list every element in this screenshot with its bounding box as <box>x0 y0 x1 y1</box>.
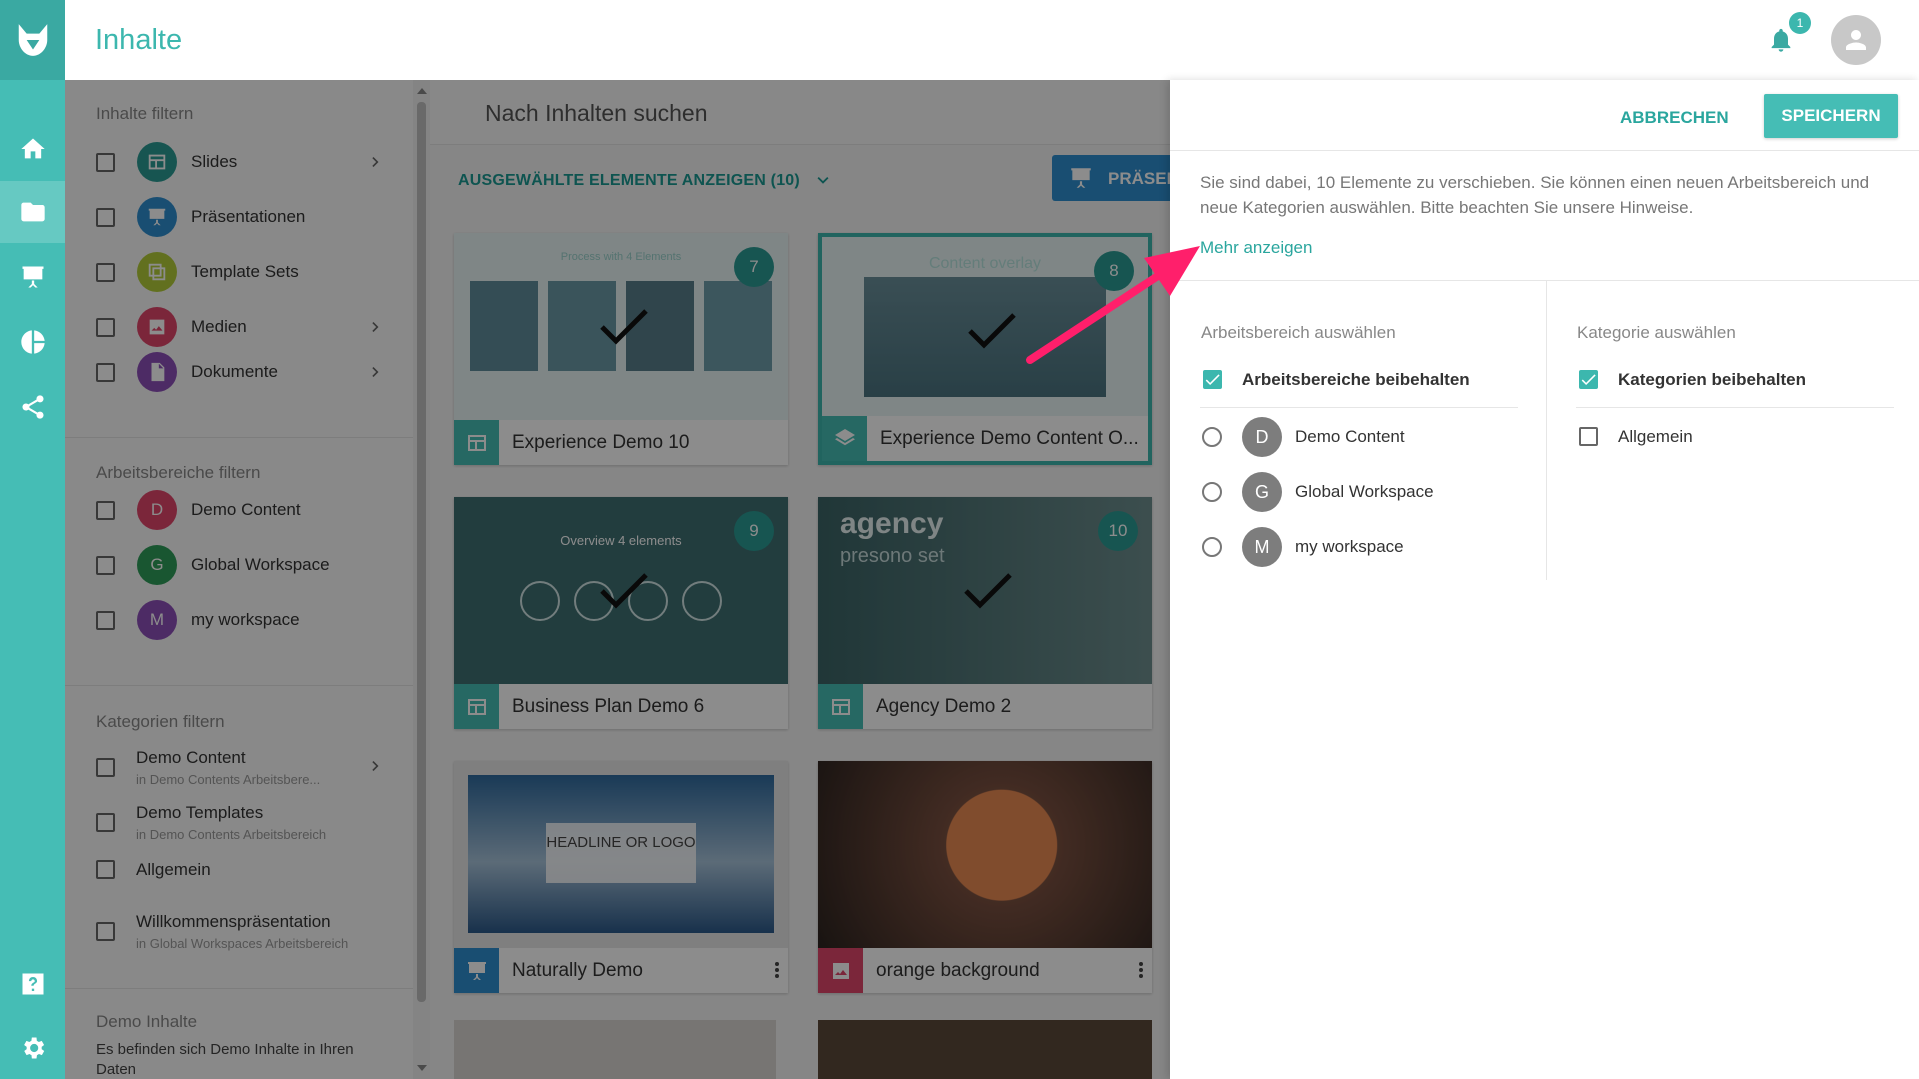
user-avatar[interactable] <box>1831 15 1881 65</box>
folder-icon <box>20 202 45 222</box>
nav-contents[interactable] <box>0 181 65 243</box>
keep-workspaces-checkbox[interactable] <box>1203 370 1222 389</box>
keep-workspaces-label: Arbeitsbereiche beibehalten <box>1242 370 1470 389</box>
page-title: Inhalte <box>95 24 183 56</box>
person-icon <box>1846 30 1866 50</box>
modal-backdrop[interactable] <box>65 80 430 1079</box>
divider <box>1576 407 1894 408</box>
move-dialog: ABBRECHEN SPEICHERN Sie sind dabei, 10 E… <box>1170 80 1919 1079</box>
top-bar: Inhalte 1 <box>65 0 1919 80</box>
workspace-avatar: M <box>1242 527 1282 567</box>
check-icon <box>1205 374 1220 386</box>
column-divider <box>1546 280 1547 580</box>
show-more-link[interactable]: Mehr anzeigen <box>1200 238 1312 258</box>
nav-analytics[interactable] <box>0 311 65 373</box>
share-icon <box>22 395 43 419</box>
workspace-select-title: Arbeitsbereich auswählen <box>1201 323 1396 342</box>
help-icon <box>22 973 43 995</box>
workspace-label: my workspace <box>1295 537 1404 556</box>
pie-chart-icon <box>20 330 45 354</box>
workspace-avatar: D <box>1242 417 1282 457</box>
logo[interactable] <box>0 0 65 80</box>
nav-settings[interactable] <box>0 1017 65 1079</box>
workspace-label: Global Workspace <box>1295 482 1434 501</box>
modal-backdrop[interactable] <box>430 80 1170 1079</box>
nav-help[interactable] <box>0 953 65 1015</box>
home-icon <box>20 138 45 159</box>
check-icon <box>1581 374 1596 386</box>
info-text: Sie sind dabei, 10 Elemente zu verschieb… <box>1200 173 1870 217</box>
category-select-title: Kategorie auswählen <box>1577 323 1736 342</box>
notification-badge: 1 <box>1789 12 1811 34</box>
presentation-icon <box>22 266 43 288</box>
workspace-avatar: G <box>1242 472 1282 512</box>
workspace-radio[interactable] <box>1202 537 1222 557</box>
divider <box>1200 407 1518 408</box>
nav-rail <box>0 0 65 1079</box>
gear-icon <box>23 1037 44 1059</box>
nav-home[interactable] <box>0 118 65 180</box>
workspace-label: Demo Content <box>1295 427 1405 446</box>
divider <box>1170 150 1919 151</box>
nav-presentations[interactable] <box>0 246 65 308</box>
workspace-radio[interactable] <box>1202 482 1222 502</box>
keep-categories-checkbox[interactable] <box>1579 370 1598 389</box>
keep-categories-label: Kategorien beibehalten <box>1618 370 1806 389</box>
divider <box>1170 280 1919 281</box>
fox-logo-icon <box>18 24 47 56</box>
nav-share[interactable] <box>0 376 65 438</box>
save-button[interactable]: SPEICHERN <box>1764 94 1898 138</box>
category-label: Allgemein <box>1618 427 1693 446</box>
cancel-button[interactable]: ABBRECHEN <box>1620 108 1729 128</box>
category-checkbox[interactable] <box>1579 427 1598 446</box>
workspace-radio[interactable] <box>1202 427 1222 447</box>
annotation-arrow-icon <box>1026 246 1200 364</box>
app-window: Inhalte 1 Inhalte filtern Slides Präsent… <box>0 0 1919 1079</box>
